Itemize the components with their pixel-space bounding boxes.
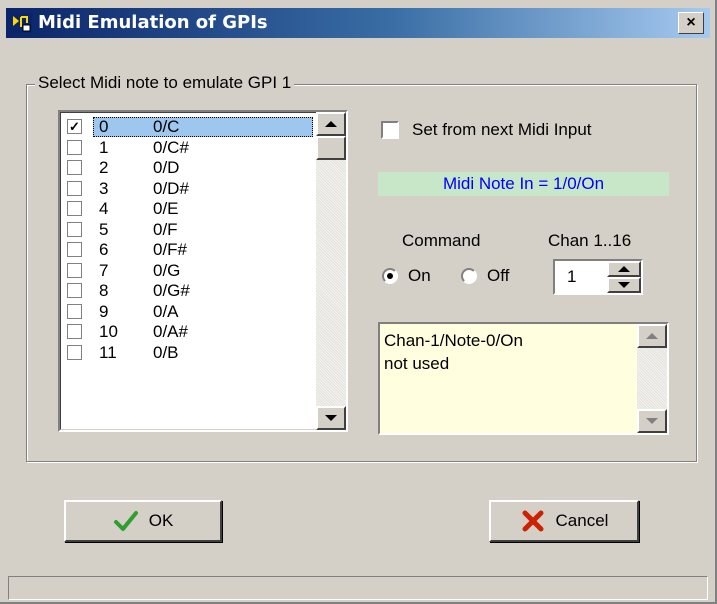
- command-label: Command: [402, 231, 481, 250]
- note-checkbox[interactable]: [67, 303, 82, 319]
- note-name: 0/E: [153, 199, 179, 218]
- list-item[interactable]: 11 0/B: [63, 343, 313, 363]
- status-bar: [8, 576, 708, 600]
- memo-line: not used: [384, 354, 450, 373]
- note-name: 0/G: [153, 260, 181, 280]
- note-number: 10: [99, 322, 118, 341]
- memo-scrollbar[interactable]: [637, 324, 667, 433]
- command-off-label[interactable]: Off: [487, 265, 509, 287]
- ok-label: OK: [148, 511, 174, 530]
- note-checkbox[interactable]: [67, 160, 82, 175]
- note-name: 0/C: [153, 117, 180, 136]
- note-name: 0/G#: [153, 281, 190, 300]
- set-from-next-label[interactable]: Set from next Midi Input: [412, 118, 592, 142]
- note-number: 1: [99, 137, 109, 157]
- note-checkbox[interactable]: ✓: [67, 119, 82, 134]
- note-number: 5: [99, 219, 109, 239]
- note-checkbox[interactable]: [67, 324, 82, 339]
- note-checkbox[interactable]: [67, 242, 82, 257]
- list-item[interactable]: 7 0/G: [63, 261, 313, 281]
- midi-emulation-dialog: Midi Emulation of GPIs × Select Midi not…: [0, 0, 717, 604]
- arrow-down-icon: [325, 415, 337, 421]
- list-item[interactable]: 3 0/D#: [63, 179, 313, 199]
- info-memo[interactable]: Chan-1/Note-0/On not used: [378, 322, 669, 435]
- command-on-label[interactable]: On: [408, 265, 431, 287]
- arrow-up-icon: [646, 333, 658, 339]
- note-number: 4: [99, 199, 109, 218]
- channel-up-button[interactable]: [607, 261, 641, 277]
- list-item[interactable]: 9 0/A: [63, 302, 313, 322]
- list-item[interactable]: 8 0/G#: [63, 281, 313, 301]
- note-checkbox[interactable]: [67, 180, 82, 196]
- arrow-down-icon: [618, 282, 630, 288]
- note-number: 8: [99, 281, 109, 300]
- app-icon: [10, 13, 32, 33]
- checkmark-icon: [113, 511, 138, 531]
- note-number: 7: [99, 260, 109, 280]
- list-item[interactable]: 1 0/C#: [63, 138, 313, 158]
- note-checkbox[interactable]: [67, 262, 82, 278]
- note-checkbox[interactable]: [67, 283, 82, 298]
- list-item[interactable]: ✓ 0 0/C: [63, 117, 313, 137]
- note-number: 6: [99, 240, 109, 259]
- checkmark-icon: ✓: [69, 119, 80, 134]
- note-number: 11: [99, 342, 117, 362]
- command-on-radio[interactable]: [382, 268, 398, 284]
- note-list-scrollbar[interactable]: [316, 112, 346, 430]
- note-number: 2: [99, 158, 109, 177]
- list-item[interactable]: 4 0/E: [63, 199, 313, 219]
- group-label: Select Midi note to emulate GPI 1: [35, 71, 295, 95]
- memo-scroll-up-button[interactable]: [637, 324, 667, 348]
- memo-scroll-down-button[interactable]: [637, 409, 667, 433]
- note-name: 0/D#: [153, 178, 189, 198]
- list-item[interactable]: 6 0/F#: [63, 240, 313, 260]
- note-name: 0/A#: [153, 322, 188, 341]
- note-name: 0/B: [153, 342, 179, 362]
- channel-label: Chan 1..16: [548, 231, 632, 250]
- close-button[interactable]: ×: [678, 12, 704, 34]
- selection-highlight: [93, 117, 313, 137]
- note-checkbox[interactable]: [67, 221, 82, 237]
- scroll-down-button[interactable]: [316, 406, 346, 430]
- note-checkbox[interactable]: [67, 139, 82, 155]
- note-name: 0/A: [153, 301, 179, 321]
- set-from-next-checkbox[interactable]: [381, 121, 399, 139]
- note-name: 0/C#: [153, 137, 189, 157]
- midi-note-list[interactable]: ✓ 0 0/C 1 0/C# 2 0/D 3 0/D# 4 0/E 5 0/F 6 0/F# 7 0/G 8 0/G…: [58, 110, 348, 432]
- radio-selected-dot: [387, 273, 393, 279]
- note-name: 0/D: [153, 158, 180, 177]
- midi-note-list-items: ✓ 0 0/C 1 0/C# 2 0/D 3 0/D# 4 0/E 5 0/F 6 0/F# 7 0/G 8 0/G…: [60, 112, 346, 430]
- note-number: 9: [99, 301, 109, 321]
- ok-button[interactable]: OK: [64, 500, 222, 542]
- channel-spin-edit[interactable]: 1: [553, 259, 643, 295]
- memo-line: Chan-1/Note-0/On: [384, 331, 523, 350]
- list-item[interactable]: 5 0/F: [63, 220, 313, 240]
- midi-note-status: Midi Note In = 1/0/On: [378, 172, 669, 196]
- note-number: 0: [99, 117, 109, 136]
- title-bar[interactable]: Midi Emulation of GPIs ×: [6, 8, 710, 38]
- arrow-up-icon: [618, 266, 630, 272]
- channel-down-button[interactable]: [607, 277, 641, 293]
- cancel-button[interactable]: Cancel: [489, 500, 639, 542]
- list-item[interactable]: 10 0/A#: [63, 322, 313, 342]
- arrow-up-icon: [325, 121, 337, 127]
- window-title: Midi Emulation of GPIs: [38, 12, 268, 33]
- scroll-thumb[interactable]: [316, 136, 346, 160]
- note-checkbox[interactable]: [67, 201, 82, 216]
- note-name: 0/F: [153, 219, 178, 239]
- cancel-label: Cancel: [555, 511, 609, 530]
- note-name: 0/F#: [153, 240, 188, 259]
- scroll-up-button[interactable]: [316, 112, 346, 136]
- list-item[interactable]: 2 0/D: [63, 158, 313, 178]
- channel-value[interactable]: 1: [567, 266, 576, 288]
- note-checkbox[interactable]: [67, 344, 82, 360]
- close-icon: ×: [686, 14, 696, 31]
- note-number: 3: [99, 178, 109, 198]
- command-off-radio[interactable]: [461, 268, 477, 284]
- arrow-down-icon: [646, 418, 658, 424]
- x-icon: [522, 510, 544, 532]
